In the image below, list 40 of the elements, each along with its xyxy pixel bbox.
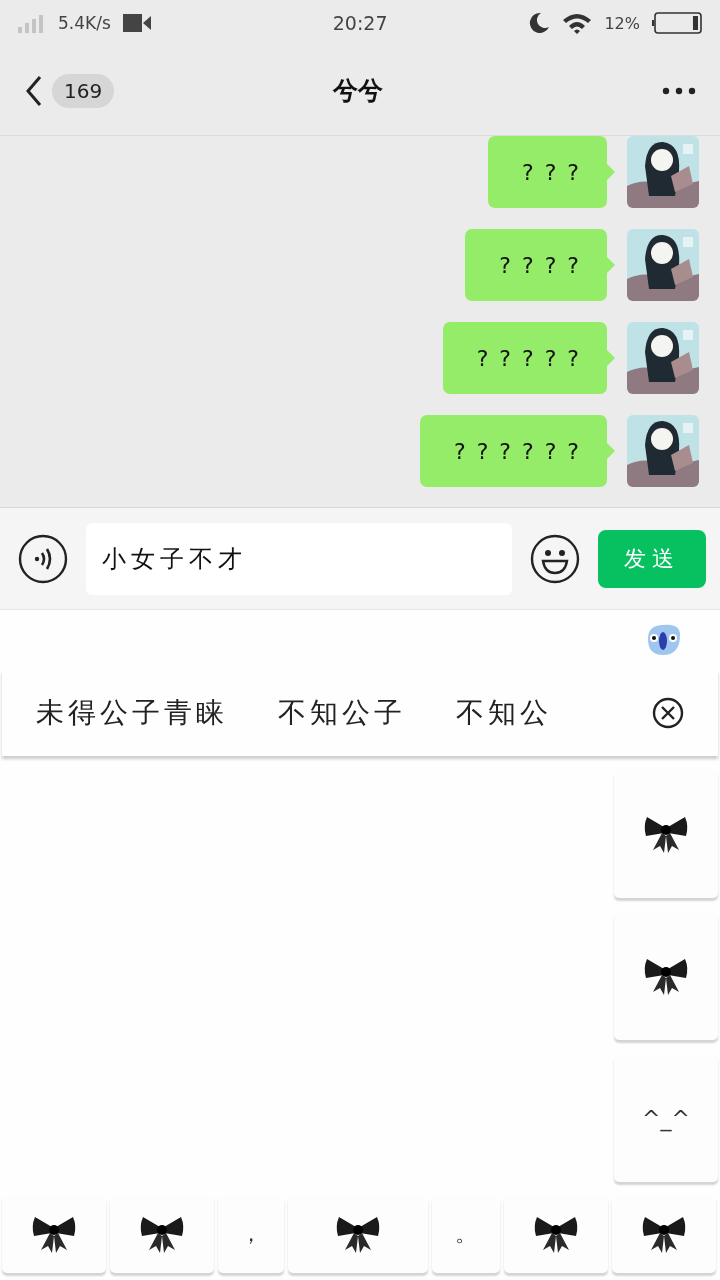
network-speed: 5.4K/s [58,13,111,33]
message-bubble: ? ? ? ? [465,229,615,301]
close-icon[interactable] [652,697,684,729]
unread-count: 169 [52,73,115,108]
message-bubble: ? ? ? ? ? ? [419,415,615,487]
bow-icon [335,1214,381,1254]
bow-icon [139,1214,185,1254]
voice-icon[interactable] [18,533,68,584]
keyboard-key[interactable] [2,1195,106,1273]
battery-percent: 12% [604,13,640,33]
more-icon[interactable] [662,86,696,95]
candidate-word[interactable]: 不知公 [456,694,552,732]
chat-title: 兮兮 [331,75,385,107]
bow-icon [31,1214,77,1254]
candidate-word[interactable]: 未得公子青睐 [36,694,228,732]
battery-icon [652,12,702,34]
keyboard-key[interactable]: ， [218,1195,284,1273]
signal-icon [18,13,46,33]
keyboard-key[interactable] [110,1195,214,1273]
keyboard-key[interactable] [614,912,718,1040]
bow-icon [643,956,689,996]
bow-icon [641,1214,687,1254]
smiley-icon[interactable] [530,533,580,584]
keyboard-key[interactable] [614,770,718,898]
moon-icon [528,12,551,34]
bow-icon [643,814,689,854]
message-bubble: ? ? ? [487,136,615,208]
clock-time: 20:27 [332,12,388,34]
keyboard-key[interactable] [504,1195,608,1273]
message-input[interactable]: 小女子不才 [86,522,512,595]
back-icon[interactable] [24,74,44,107]
video-camera-icon [122,14,151,32]
keyboard-key[interactable]: 。 [432,1195,500,1273]
candidate-word[interactable]: 不知公子 [278,694,406,732]
message-bubble: ? ? ? ? ? [442,322,615,394]
keyboard-key[interactable] [288,1195,428,1273]
bow-icon [533,1214,579,1254]
wifi-icon [562,12,593,34]
keyboard-key[interactable] [612,1195,716,1273]
keyboard-key[interactable]: ^_^ [614,1054,718,1182]
